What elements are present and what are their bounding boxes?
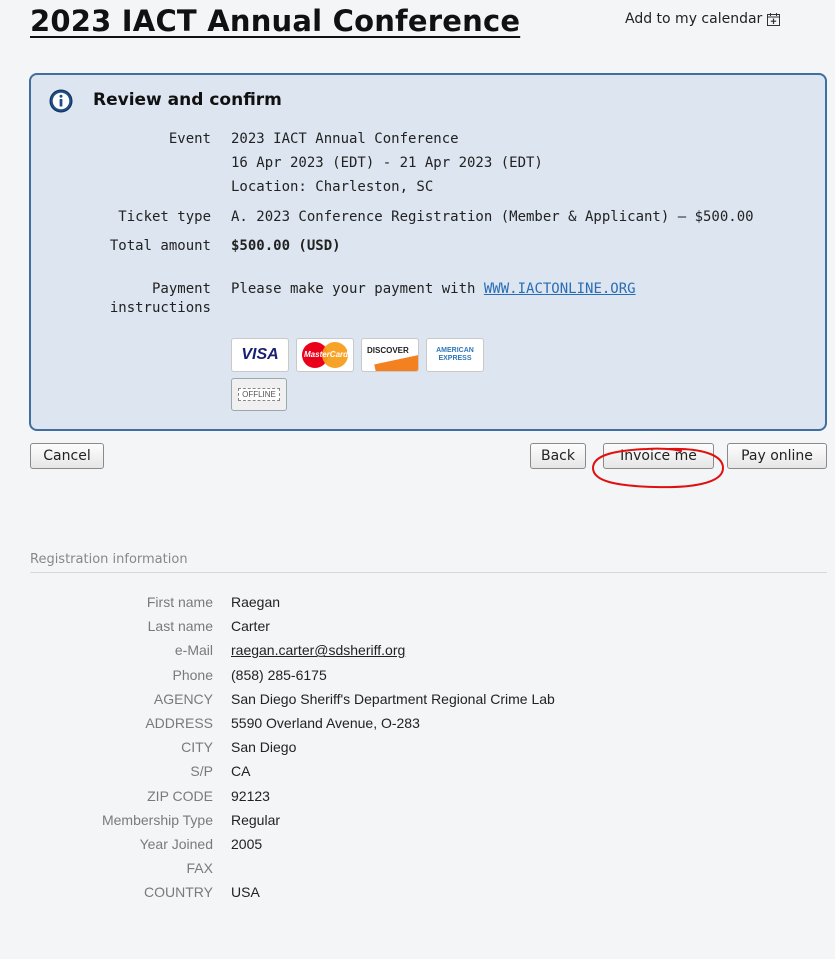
pay-online-button[interactable]: Pay online — [727, 443, 827, 469]
registration-field-value: Carter — [231, 618, 270, 635]
offline-text: OFFLINE — [238, 388, 280, 401]
registration-field-value: CA — [231, 763, 251, 780]
review-heading: Review and confirm — [93, 90, 282, 110]
back-button[interactable]: Back — [530, 443, 586, 469]
registration-field-label: CITY — [181, 739, 213, 756]
payment-website-link[interactable]: WWW.IACTONLINE.ORG — [484, 281, 636, 297]
registration-field-label: First name — [146, 594, 213, 610]
visa-text: VISA — [241, 346, 279, 363]
payment-label-line1: Payment — [151, 281, 211, 297]
discover-card-logo: DISCOVER — [361, 338, 419, 372]
offline-payment-logo: OFFLINE — [231, 378, 287, 411]
payment-instructions-text: Please make your payment with — [231, 281, 484, 297]
registration-field-value: San Diego — [231, 739, 297, 756]
registration-field-value: Regular — [231, 811, 281, 828]
event-dates: 16 Apr 2023 (EDT) - 21 Apr 2023 (EDT) — [231, 155, 543, 171]
amex-text-line1: AMERICAN — [436, 347, 474, 354]
visa-card-logo: VISA — [231, 338, 289, 372]
calendar-plus-icon — [767, 12, 781, 26]
registration-field-value: USA — [231, 884, 260, 901]
info-icon — [49, 89, 73, 113]
ticket-type-value: A. 2023 Conference Registration (Member … — [231, 209, 754, 225]
event-location: Location: Charleston, SC — [231, 179, 434, 195]
registration-field-label: Phone — [172, 666, 213, 683]
amex-card-logo: AMERICAN EXPRESS — [426, 338, 484, 372]
total-amount-value: $500.00 (USD) — [231, 238, 341, 254]
registration-field-label: Last name — [147, 618, 213, 635]
registration-field-label: Year Joined — [139, 836, 213, 852]
invoice-me-button[interactable]: Invoice me — [603, 443, 714, 469]
registration-field-label: S/P — [190, 763, 213, 780]
registration-field-label: COUNTRY — [144, 884, 213, 901]
page-title: 2023 IACT Annual Conference — [30, 4, 521, 38]
registration-field-value: 92123 — [231, 787, 270, 804]
add-to-calendar-link[interactable]: Add to my calendar — [625, 11, 781, 27]
registration-field-value: San Diego Sheriff's Department Regional … — [231, 690, 555, 707]
email-link[interactable]: raegan.carter@sdsheriff.org — [231, 642, 405, 658]
registration-section-title: Registration information — [30, 552, 827, 573]
registration-field-value: 2005 — [231, 836, 263, 852]
mastercard-logo: MasterCard — [296, 338, 354, 372]
registration-field-label: Membership Type — [101, 811, 213, 828]
review-confirm-panel: Review and confirm Event 2023 IACT Annua… — [29, 73, 827, 431]
payment-label-line2: instructions — [109, 300, 211, 316]
total-amount-label: Total amount — [109, 238, 211, 254]
discover-text: DISCOVER — [367, 346, 409, 355]
registration-field-label: ZIP CODE — [147, 787, 213, 804]
registration-field-value: (858) 285-6175 — [231, 666, 327, 683]
registration-field-label: FAX — [186, 860, 213, 877]
registration-field-label: AGENCY — [153, 690, 213, 707]
mastercard-text: MasterCard — [304, 350, 349, 359]
payment-methods: VISA MasterCard DISCOVER AMERICAN EXPRES… — [231, 338, 484, 372]
registration-field-label: e-Mail — [174, 642, 213, 659]
registration-field-label: ADDRESS — [145, 715, 213, 731]
registration-field-value: 5590 Overland Avenue, O-283 — [231, 715, 420, 731]
amex-text-line2: EXPRESS — [438, 355, 472, 362]
add-to-calendar-label: Add to my calendar — [625, 11, 763, 27]
event-label: Event — [168, 131, 211, 147]
registration-field-value: Raegan — [231, 594, 281, 610]
cancel-button[interactable]: Cancel — [30, 443, 104, 469]
event-name: 2023 IACT Annual Conference — [231, 131, 459, 147]
ticket-type-label: Ticket type — [118, 209, 211, 225]
